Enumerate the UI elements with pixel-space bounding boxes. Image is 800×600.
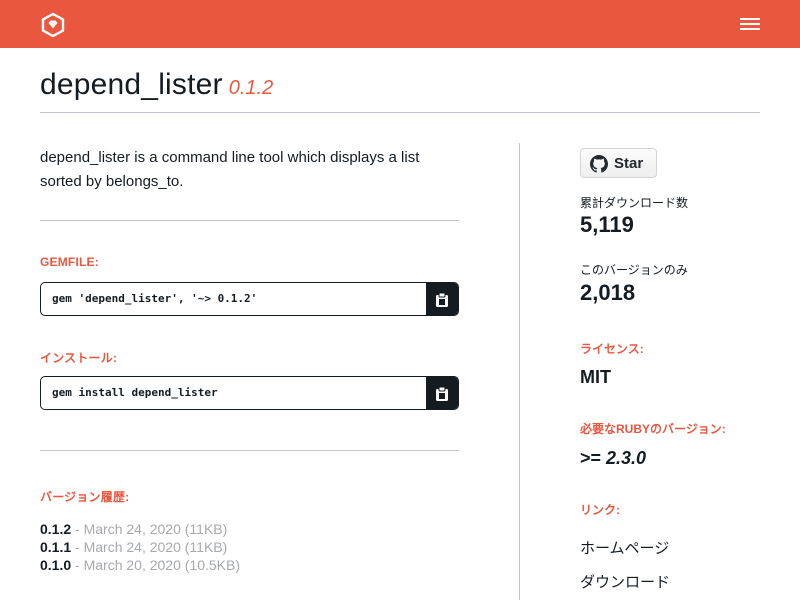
github-icon: [590, 155, 608, 173]
page-title: depend_lister 0.1.2: [40, 68, 273, 102]
title-divider: [40, 112, 760, 113]
star-button-label: Star: [614, 155, 644, 172]
clipboard-icon: [436, 292, 448, 307]
gemfile-command[interactable]: gem 'depend_lister', '~> 0.1.2': [52, 292, 257, 305]
gemfile-label: GEMFILE:: [40, 255, 99, 269]
rubygems-logo-icon[interactable]: [40, 12, 66, 38]
version-link[interactable]: 0.1.1: [40, 539, 71, 555]
version-item: 0.1.2 - March 24, 2020 (11KB): [40, 520, 240, 538]
version-downloads-label: このバージョンのみ: [580, 263, 688, 277]
version-item: 0.1.0 - March 20, 2020 (10.5KB): [40, 556, 240, 574]
site-header: [0, 0, 800, 48]
total-downloads-count: 5,119: [580, 212, 634, 237]
ruby-version-value: 2.3.0: [606, 448, 647, 468]
gem-description: depend_lister is a command line tool whi…: [40, 149, 420, 190]
gem-name: depend_lister: [40, 68, 223, 101]
versions-label: バージョン履歴:: [40, 490, 130, 504]
total-downloads-label: 累計ダウンロード数: [580, 196, 689, 210]
ruby-version-label: 必要なRUBYのバージョン:: [580, 422, 726, 436]
version-meta: - March 20, 2020 (10.5KB): [75, 557, 241, 573]
install-command-box: gem install depend_lister: [40, 376, 459, 410]
hamburger-menu-icon[interactable]: [738, 15, 762, 33]
version-downloads-count: 2,018: [580, 280, 636, 305]
clipboard-icon: [436, 386, 448, 401]
gem-version: 0.1.2: [228, 77, 274, 99]
version-link[interactable]: 0.1.0: [40, 557, 71, 573]
gemfile-copy-button[interactable]: [426, 283, 458, 315]
download-link[interactable]: ダウンロード: [580, 571, 670, 592]
version-list: 0.1.2 - March 24, 2020 (11KB) 0.1.1 - Ma…: [40, 520, 240, 574]
ruby-version-prefix: >=: [580, 448, 607, 468]
install-command[interactable]: gem install depend_lister: [52, 386, 218, 399]
install-divider: [40, 450, 459, 451]
version-item: 0.1.1 - March 24, 2020 (11KB): [40, 538, 240, 556]
links-label: リンク:: [580, 503, 620, 517]
description-divider: [40, 220, 459, 221]
license-label: ライセンス:: [580, 342, 644, 356]
github-star-button[interactable]: Star: [580, 148, 657, 178]
install-copy-button[interactable]: [426, 377, 458, 409]
install-label: インストール:: [40, 351, 118, 365]
column-divider: [519, 143, 520, 600]
version-meta: - March 24, 2020 (11KB): [75, 539, 228, 555]
gemfile-command-box: gem 'depend_lister', '~> 0.1.2': [40, 282, 459, 316]
license-value: MIT: [580, 367, 611, 387]
homepage-link[interactable]: ホームページ: [580, 537, 669, 558]
ruby-version-requirement: >= 2.3.0: [580, 448, 646, 469]
version-meta: - March 24, 2020 (11KB): [75, 521, 228, 537]
version-link[interactable]: 0.1.2: [40, 521, 71, 537]
